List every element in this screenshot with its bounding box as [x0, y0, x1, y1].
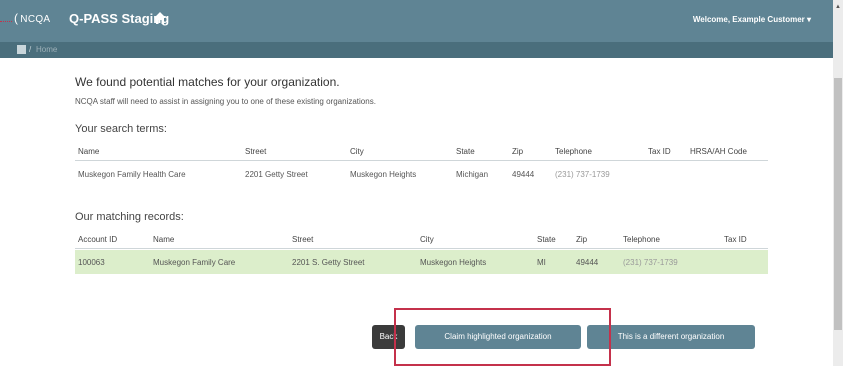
cell-state: Michigan — [456, 170, 489, 179]
home-icon[interactable] — [153, 11, 167, 25]
column-header-tax-id: Tax ID — [648, 147, 671, 156]
cell-account-id: 100063 — [78, 258, 105, 267]
cell-street: 2201 Getty Street — [245, 170, 308, 179]
cell-street: 2201 S. Getty Street — [292, 258, 365, 267]
column-header-telephone: Telephone — [555, 147, 592, 156]
column-header-name: Name — [78, 147, 100, 156]
table-row[interactable]: 100063 Muskegon Family Care 2201 S. Gett… — [75, 250, 768, 274]
cell-zip: 49444 — [576, 258, 599, 267]
menu-icon[interactable] — [17, 45, 26, 54]
column-header-street: Street — [292, 235, 314, 244]
cell-zip: 49444 — [512, 170, 535, 179]
column-header-tax-id: Tax ID — [724, 235, 747, 244]
user-menu[interactable]: Welcome, Example Customer ▾ — [693, 15, 811, 24]
search-terms-title: Your search terms: — [75, 123, 167, 135]
matching-records-title: Our matching records: — [75, 211, 184, 223]
column-header-street: Street — [245, 147, 267, 156]
breadcrumb-home-link[interactable]: Home — [36, 45, 57, 54]
column-header-account-id: Account ID — [78, 235, 118, 244]
column-header-state: State — [456, 147, 475, 156]
column-header-zip: Zip — [576, 235, 588, 244]
column-header-hrsa-code: HRSA/AH Code — [690, 147, 747, 156]
scrollbar-thumb[interactable] — [834, 78, 842, 330]
cell-name: Muskegon Family Health Care — [78, 170, 186, 179]
different-organization-button[interactable]: This is a different organization — [587, 325, 755, 349]
page-heading: We found potential matches for your orga… — [75, 75, 340, 89]
column-header-name: Name — [153, 235, 175, 244]
scroll-up-arrow-icon[interactable]: ▲ — [835, 4, 841, 10]
vertical-scrollbar[interactable]: ▲ — [833, 0, 843, 366]
cell-telephone: (231) 737-1739 — [555, 170, 610, 179]
column-header-city: City — [420, 235, 434, 244]
cell-state: MI — [537, 258, 546, 267]
cell-telephone: (231) 737-1739 — [623, 258, 678, 267]
column-header-state: State — [537, 235, 556, 244]
cell-city: Muskegon Heights — [420, 258, 487, 267]
cell-city: Muskegon Heights — [350, 170, 417, 179]
chevron-down-icon: ▾ — [806, 15, 811, 24]
column-header-telephone: Telephone — [623, 235, 660, 244]
column-header-zip: Zip — [512, 147, 524, 156]
table-header-divider — [75, 248, 768, 249]
annotation-highlight-box — [394, 308, 611, 366]
ncqa-logo-mark: ( — [14, 11, 19, 25]
column-header-city: City — [350, 147, 364, 156]
logo-text: NCQA — [20, 14, 51, 25]
table-header-divider — [75, 160, 768, 161]
app-header: (NCQA Q-PASS Staging Welcome, Example Cu… — [0, 0, 843, 42]
page-subtext: NCQA staff will need to assist in assign… — [75, 97, 376, 106]
welcome-text: Welcome, Example Customer — [692, 15, 805, 24]
breadcrumb: / Home — [0, 42, 833, 58]
cell-name: Muskegon Family Care — [153, 258, 236, 267]
breadcrumb-separator: / — [29, 45, 32, 54]
annotation-dotted-line — [0, 21, 12, 22]
ncqa-logo[interactable]: (NCQA — [14, 11, 50, 25]
